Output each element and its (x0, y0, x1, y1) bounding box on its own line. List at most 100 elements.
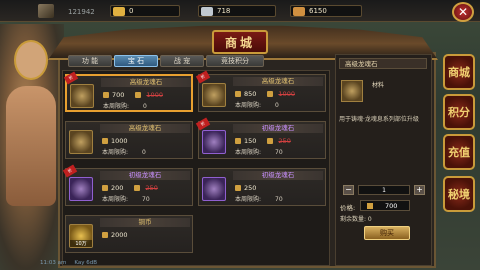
side-tab-realm[interactable]: 秘境 (443, 176, 475, 212)
network-status: Kay 6dB (74, 260, 97, 266)
price-now: 200 (111, 183, 124, 192)
limit-value: 0 (275, 102, 279, 109)
price-now: 150 (244, 136, 257, 145)
silver-icon (201, 7, 213, 16)
detail-type: 材料 (372, 82, 385, 89)
bound-gold-icon (293, 7, 305, 16)
buy-button[interactable]: 购买 (364, 226, 410, 240)
detail-item-icon (341, 80, 363, 102)
quantity-minus-button[interactable]: − (343, 185, 354, 195)
gold-icon (367, 203, 373, 209)
item-name: 铜币 (100, 218, 190, 227)
side-tab-recharge[interactable]: 充值 (443, 134, 475, 170)
bound-gold-value: 6150 (309, 7, 327, 15)
player-power: 121942 (68, 8, 95, 16)
quantity-input[interactable]: 1 (358, 185, 410, 195)
gold-icon (102, 231, 108, 238)
price-text: 700 (385, 202, 398, 210)
price-old: 250 (278, 136, 291, 145)
clock: 11:03 am (40, 260, 67, 266)
side-tab-points[interactable]: 积分 (443, 94, 475, 130)
gold-icon (102, 137, 108, 144)
gold-icon (134, 184, 141, 191)
price-value: 700 (360, 200, 410, 211)
weekly-limit: 本周限购: 70 (235, 194, 283, 203)
price-old: 1000 (278, 89, 295, 98)
detail-description: 用于铸魂·龙魂息系列部位升级 (339, 116, 419, 123)
player-avatar[interactable] (38, 4, 54, 18)
price-now: 1000 (111, 136, 128, 145)
gold-icon (235, 184, 241, 191)
item-icon: 10万 (69, 224, 93, 248)
price-label: 价格: (340, 204, 356, 212)
limit-label: 本周限购: (235, 102, 262, 109)
weekly-limit: 本周限购: 0 (235, 100, 279, 109)
detail-title: 高级龙魂石 (339, 58, 427, 69)
price-now: 250 (244, 183, 257, 192)
shop-item[interactable]: 折高级龙魂石 700 1000 本周限购: 0 (63, 71, 193, 112)
tab-gem[interactable]: 宝 石 (114, 55, 158, 67)
tab-arena-points[interactable]: 竞技积分 (206, 55, 264, 67)
hero-head (14, 40, 48, 80)
item-name: 高级龙魂石 (233, 77, 323, 86)
weekly-limit: 本周限购: 0 (102, 147, 146, 156)
weekly-limit: 本周限购: 0 (103, 101, 147, 110)
item-icon (202, 177, 226, 201)
gold-icon (235, 137, 241, 144)
silver-resource: 718 (198, 5, 276, 17)
item-price: 250 (235, 183, 256, 192)
item-icon (70, 84, 94, 108)
shop-item[interactable]: 10万 铜币 2000 (65, 215, 193, 253)
silver-value: 718 (217, 7, 231, 15)
item-price: 850 1000 (235, 89, 295, 98)
shop-item[interactable]: 初级龙魂石 250 本周限购: 70 (198, 168, 326, 206)
item-name: 初级龙魂石 (100, 171, 190, 180)
shop-item[interactable]: 高级龙魂石 1000 本周限购: 0 (65, 121, 193, 159)
item-name: 高级龙魂石 (100, 124, 190, 133)
item-qty: 10万 (70, 240, 92, 247)
bound-gold-resource: 6150 (290, 5, 362, 17)
hero-body (6, 86, 56, 206)
discount-badge: 折 (63, 71, 79, 85)
limit-value: 70 (275, 196, 283, 203)
shop-item[interactable]: 折初级龙魂石 200 250 本周限购: 70 (62, 164, 193, 206)
price-now: 700 (112, 90, 125, 99)
limit-value: 0 (143, 103, 147, 110)
item-icon (202, 130, 226, 154)
gold-icon (235, 90, 241, 97)
gold-resource: 0 (110, 5, 180, 17)
gold-icon (267, 137, 274, 144)
shop-item[interactable]: 折初级龙魂石 150 250 本周限购: 70 (195, 117, 326, 159)
price-old: 250 (145, 183, 158, 192)
quantity-plus-button[interactable]: + (414, 185, 425, 195)
price-now: 850 (244, 89, 257, 98)
side-tab-shop[interactable]: 商城 (443, 54, 475, 90)
limit-value: 70 (142, 196, 150, 203)
limit-value: 0 (142, 149, 146, 156)
item-name: 初级龙魂石 (233, 171, 323, 180)
tab-pet[interactable]: 战 宠 (160, 55, 204, 67)
item-price: 150 250 (235, 136, 291, 145)
limit-label: 本周限购: (235, 149, 262, 156)
gold-icon (102, 184, 108, 191)
price-old: 1000 (146, 90, 163, 99)
item-price: 1000 (102, 136, 128, 145)
price-now: 2000 (111, 230, 128, 239)
gold-icon (103, 91, 109, 98)
item-name: 初级龙魂石 (233, 124, 323, 133)
item-price: 200 250 (102, 183, 158, 192)
item-price: 700 1000 (103, 90, 163, 99)
item-price: 2000 (102, 230, 128, 239)
limit-label: 本周限购: (102, 196, 129, 203)
weekly-limit: 本周限购: 70 (235, 147, 283, 156)
shop-item[interactable]: 折高级龙魂石 850 1000 本周限购: 0 (195, 70, 326, 112)
item-name: 高级龙魂石 (101, 78, 191, 87)
item-icon (202, 83, 226, 107)
limit-value: 70 (275, 149, 283, 156)
status-bar: 11:03 am Kay 6dB (40, 258, 160, 268)
tab-function[interactable]: 功 能 (68, 55, 112, 67)
close-button[interactable]: ✕ (452, 2, 474, 22)
item-icon (69, 177, 93, 201)
gold-icon (267, 90, 274, 97)
gold-value: 0 (129, 7, 134, 15)
